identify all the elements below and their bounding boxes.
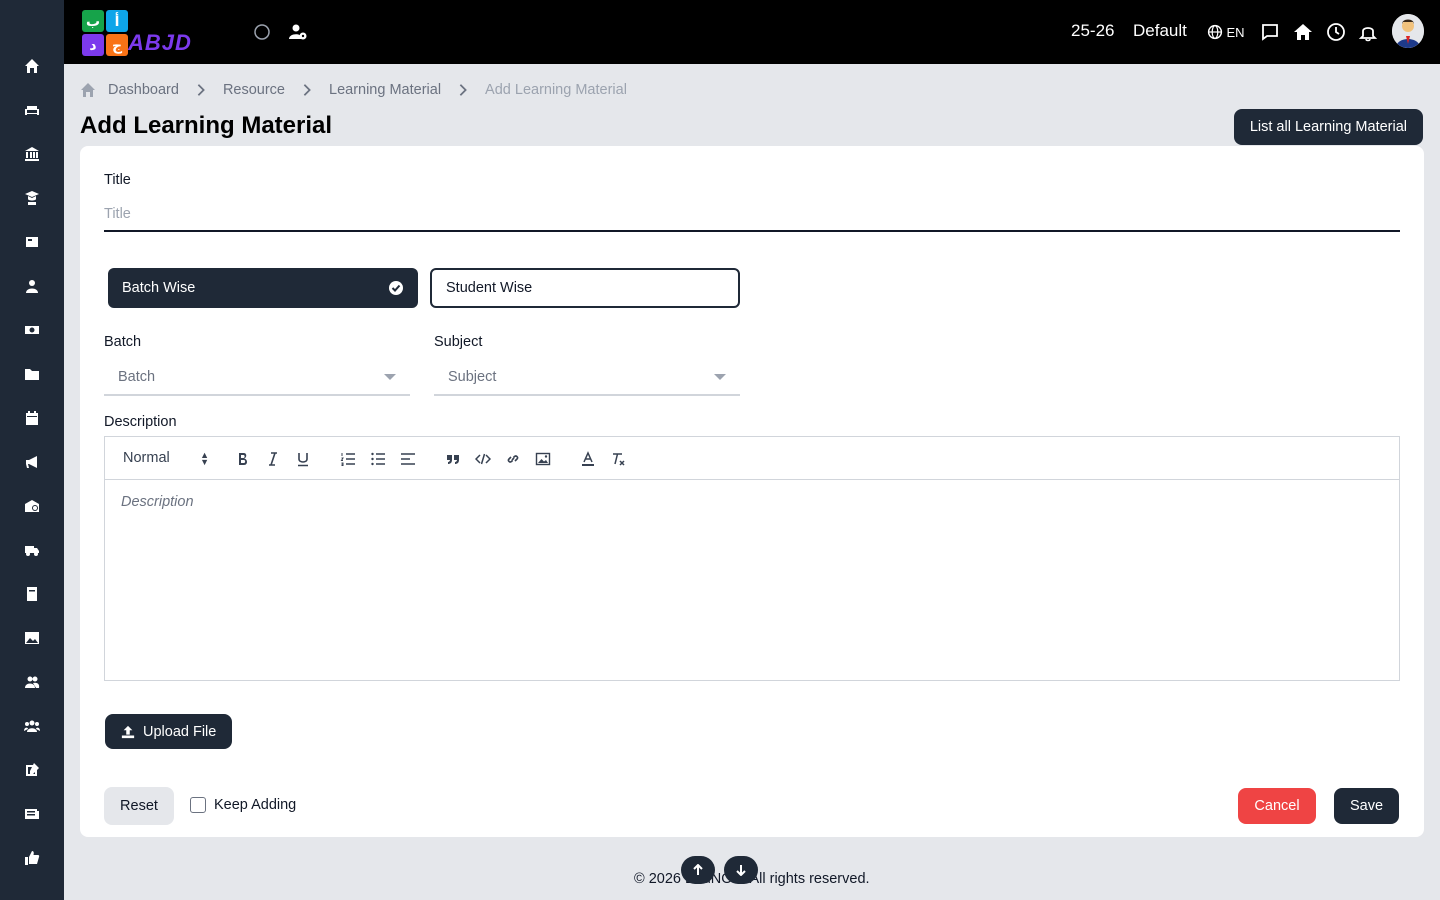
student-wise-label: Student Wise [446,280,533,296]
image-insert-icon[interactable] [533,449,553,469]
ordered-list-icon[interactable] [338,449,358,469]
text-color-icon[interactable] [578,449,598,469]
keep-adding-option: Keep Adding [190,797,296,813]
users-icon[interactable] [22,672,42,692]
form-card: Title Batch Wise Student Wise Batch Batc… [80,146,1424,837]
description-label: Description [104,414,177,430]
app-logo[interactable]: ب أ د ج ABJD [80,8,226,56]
italic-icon[interactable] [263,449,283,469]
logo-tile: د [82,34,104,56]
chevron-right-icon [299,82,315,98]
calendar-icon[interactable] [22,408,42,428]
reset-button[interactable]: Reset [104,787,174,825]
link-icon[interactable] [503,449,523,469]
bold-icon[interactable] [233,449,253,469]
edit-icon[interactable] [22,760,42,780]
keep-adding-label: Keep Adding [214,797,297,813]
description-text-area[interactable]: Description [105,480,1399,524]
breadcrumb-dashboard[interactable]: Dashboard [108,82,179,98]
sidebar [0,0,64,900]
title-input[interactable] [104,198,1400,232]
subject-select-value: Subject [448,369,497,385]
breadcrumb-learning-material[interactable]: Learning Material [329,82,441,98]
user-settings-icon[interactable] [286,20,310,44]
thumbs-up-icon[interactable] [22,848,42,868]
breadcrumb: Dashboard Resource Learning Material Add… [80,80,627,100]
subject-select[interactable]: Subject [434,360,740,396]
code-icon[interactable] [473,449,493,469]
chat-icon[interactable] [1258,20,1282,44]
truck-icon[interactable] [22,540,42,560]
blockquote-icon[interactable] [443,449,463,469]
session-year[interactable]: 25-26 [1071,21,1114,41]
check-circle-icon [389,281,403,295]
list-all-button[interactable]: List all Learning Material [1233,109,1423,145]
batch-select-value: Batch [118,369,156,385]
book-icon[interactable] [22,584,42,604]
loading-indicator-icon [250,20,274,44]
underline-icon[interactable] [293,449,313,469]
title-label: Title [104,172,131,188]
group-icon[interactable] [22,716,42,736]
home-icon[interactable] [1291,20,1315,44]
globe-icon [1208,24,1223,40]
upload-file-button[interactable]: Upload File [105,714,233,749]
chevron-right-icon [455,82,471,98]
bank-icon[interactable] [22,144,42,164]
save-button[interactable]: Save [1334,788,1399,824]
upload-icon [121,725,135,738]
bell-icon[interactable] [1356,20,1380,44]
caret-down-icon [714,374,726,380]
home-icon[interactable] [80,82,96,98]
logo-wordmark: ABJD [128,30,192,55]
logo-tile: ب [82,10,104,32]
megaphone-icon[interactable] [22,452,42,472]
heading-format-select[interactable]: Normal ▲ ▼ [123,450,209,467]
description-editor: Normal ▲ ▼ Description [104,436,1400,681]
folder-icon[interactable] [22,364,42,384]
breadcrumb-resource[interactable]: Resource [223,82,285,98]
language-selector[interactable]: EN [1206,20,1246,44]
scroll-up-button[interactable] [681,856,715,884]
batch-wise-toggle[interactable]: Batch Wise [108,268,418,308]
home-icon[interactable] [22,56,42,76]
page-title: Add Learning Material [80,112,333,139]
newspaper-icon[interactable] [22,232,42,252]
arrow-down-icon [736,865,746,876]
breadcrumb-current: Add Learning Material [485,82,627,98]
sofa-icon[interactable] [22,100,42,120]
profile-selector[interactable]: Default [1133,21,1187,41]
graduate-icon[interactable] [22,188,42,208]
arrow-up-icon [693,864,703,875]
up-down-icon: ▲ ▼ [200,450,209,467]
language-label: EN [1226,24,1245,40]
caret-down-icon [384,374,396,380]
chevron-right-icon [193,82,209,98]
clear-format-icon[interactable] [608,449,628,469]
top-bar: ب أ د ج ABJD 25-26 Default EN [64,0,1440,64]
editor-toolbar: Normal ▲ ▼ [105,437,1399,480]
logo-tile: ج [106,34,128,56]
school-icon[interactable] [22,496,42,516]
batch-label: Batch [104,334,142,350]
user-icon[interactable] [22,276,42,296]
keep-adding-checkbox[interactable] [190,797,206,813]
clock-icon[interactable] [1324,20,1348,44]
student-wise-toggle[interactable]: Student Wise [430,268,740,308]
heading-format-value: Normal [123,450,170,466]
avatar[interactable] [1392,14,1424,48]
cancel-button[interactable]: Cancel [1238,788,1316,824]
scroll-down-button[interactable] [724,856,758,884]
bullet-list-icon[interactable] [368,449,388,469]
align-left-icon[interactable] [398,449,418,469]
money-icon[interactable] [22,320,42,340]
news-icon[interactable] [22,804,42,824]
subject-label: Subject [434,334,483,350]
batch-wise-label: Batch Wise [122,280,196,296]
image-icon[interactable] [22,628,42,648]
batch-select[interactable]: Batch [104,360,410,396]
upload-file-label: Upload File [143,723,217,740]
logo-tile: أ [106,10,128,32]
